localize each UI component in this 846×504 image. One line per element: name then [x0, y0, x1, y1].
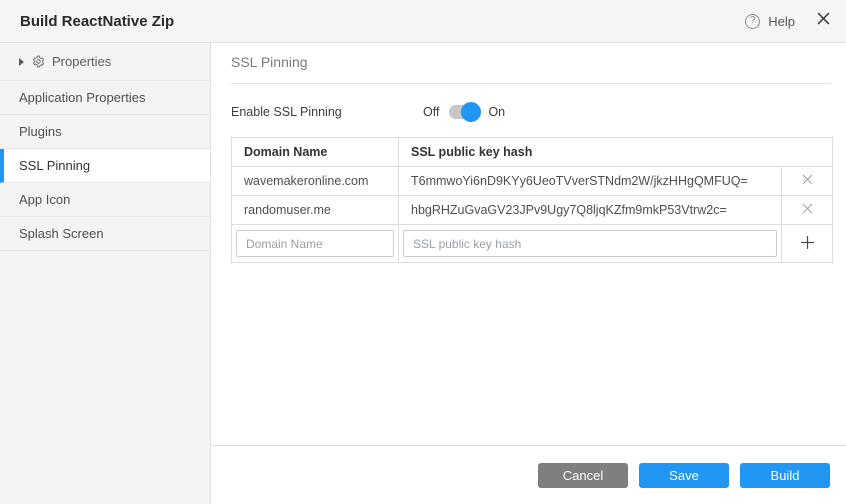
table-row: randomuser.me hbgRHZuGvaGV23JPv9Ugy7Q8lj… [232, 196, 833, 225]
dialog-title: Build ReactNative Zip [20, 13, 745, 30]
enable-ssl-pinning-label: Enable SSL Pinning [231, 105, 423, 119]
delete-row-button[interactable] [782, 196, 833, 225]
ssl-pinning-table: Domain Name SSL public key hash wavemake… [231, 137, 833, 263]
main-content: SSL Pinning Enable SSL Pinning Off On Do… [211, 43, 846, 445]
delete-icon [802, 174, 813, 185]
toggle-on-label: On [488, 105, 505, 119]
section-title: SSL Pinning [231, 43, 831, 84]
table-input-row [232, 225, 833, 263]
toggle-off-label: Off [423, 105, 439, 119]
hash-cell: hbgRHZuGvaGV23JPv9Ugy7Q8ljqKZfm9mkP53Vtr… [399, 196, 782, 225]
domain-cell: randomuser.me [232, 196, 399, 225]
sidebar-item-label: Plugins [19, 124, 62, 139]
save-button[interactable]: Save [639, 463, 729, 488]
table-row: wavemakeronline.com T6mmwoYi6nD9KYy6UeoT… [232, 167, 833, 196]
help-icon: ? [745, 14, 760, 29]
domain-name-input[interactable] [236, 230, 394, 257]
help-label: Help [768, 14, 795, 29]
ssl-pinning-toggle[interactable] [449, 105, 478, 119]
sidebar-item-label: App Icon [19, 192, 70, 207]
build-button[interactable]: Build [740, 463, 830, 488]
sidebar-item-label: Application Properties [19, 90, 145, 105]
plus-icon [801, 236, 814, 249]
domain-cell: wavemakeronline.com [232, 167, 399, 196]
help-button[interactable]: ? Help [745, 14, 795, 29]
sidebar-item-label: Splash Screen [19, 226, 104, 241]
delete-row-button[interactable] [782, 167, 833, 196]
dialog-footer: Cancel Save Build [211, 445, 846, 504]
dialog-titlebar: Build ReactNative Zip ? Help [0, 0, 846, 43]
sidebar-item-app-icon[interactable]: App Icon [0, 183, 210, 217]
cancel-button[interactable]: Cancel [538, 463, 628, 488]
expand-arrow-icon [19, 58, 24, 66]
sidebar: Properties Application Properties Plugin… [0, 43, 211, 504]
sidebar-item-application-properties[interactable]: Application Properties [0, 81, 210, 115]
enable-ssl-pinning-row: Enable SSL Pinning Off On [231, 105, 831, 119]
delete-icon [802, 203, 813, 214]
sidebar-item-plugins[interactable]: Plugins [0, 115, 210, 149]
hash-cell: T6mmwoYi6nD9KYy6UeoTVverSTNdm2W/jkzHHgQM… [399, 167, 782, 196]
sidebar-item-properties[interactable]: Properties [0, 43, 210, 81]
sidebar-item-ssl-pinning[interactable]: SSL Pinning [0, 149, 210, 183]
toggle-knob [461, 102, 481, 122]
ssl-hash-header: SSL public key hash [399, 138, 833, 167]
close-button[interactable] [817, 12, 830, 30]
sidebar-item-splash-screen[interactable]: Splash Screen [0, 217, 210, 251]
gear-icon [32, 55, 45, 68]
sidebar-item-label: Properties [52, 54, 111, 69]
table-header-row: Domain Name SSL public key hash [232, 138, 833, 167]
domain-name-header: Domain Name [232, 138, 399, 167]
close-icon [817, 12, 830, 30]
add-row-button[interactable] [782, 225, 833, 263]
sidebar-item-label: SSL Pinning [19, 158, 90, 173]
ssl-hash-input[interactable] [403, 230, 777, 257]
